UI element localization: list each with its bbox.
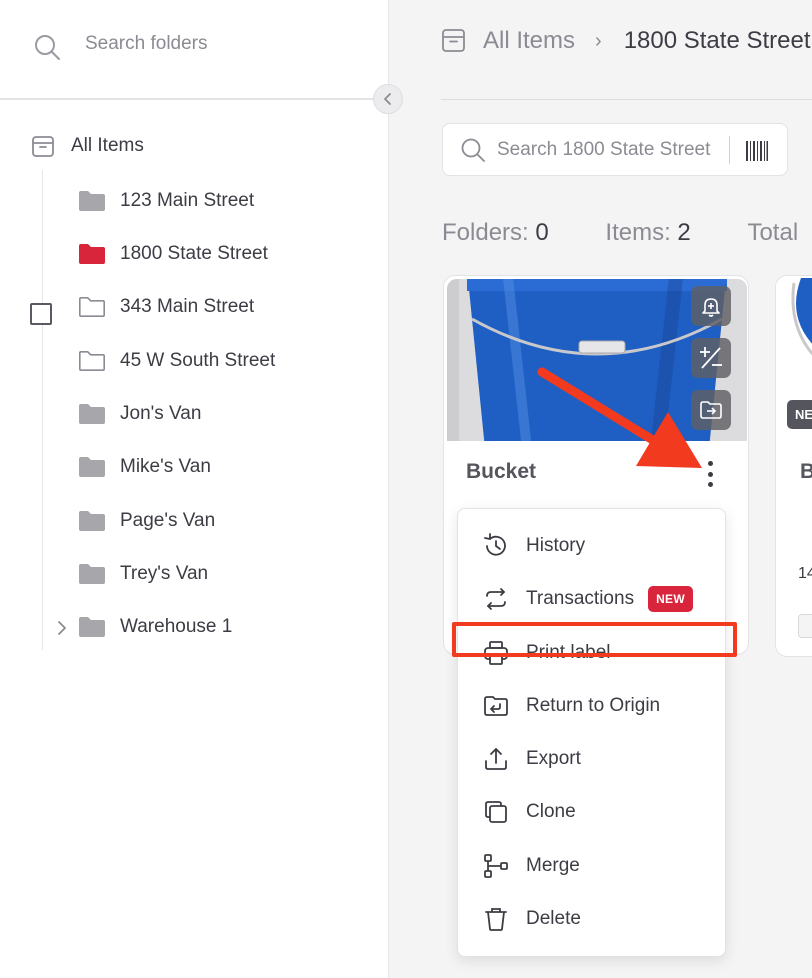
tree-root-all-items[interactable]: All Items [30,133,144,159]
clone-icon [485,801,507,823]
folder-items-search[interactable]: Search 1800 State Street [442,123,788,176]
inventory-box-icon [32,136,54,157]
tag-chip-partial [798,614,812,638]
item-name[interactable]: Bucket [466,460,536,484]
sidebar-folder-treys-van[interactable]: Trey's Van [78,559,208,589]
transactions-icon [486,588,506,610]
breadcrumb-current: 1800 State Street [623,27,811,54]
chevron-right-icon[interactable] [55,619,69,637]
menu-item-label: Merge [526,855,580,876]
item-select-checkbox[interactable] [30,303,52,325]
menu-item-delete[interactable]: Delete [482,904,581,934]
folder-icon [79,564,105,584]
sidebar-folder-1800-state-street[interactable]: 1800 State Street [78,239,268,269]
menu-item-clone[interactable]: Clone [482,797,576,827]
inventory-box-icon [442,29,465,52]
annotation-arrow [537,367,702,468]
menu-item-label: Clone [526,801,576,822]
menu-item-label: Export [526,748,581,769]
folder-name: Page's Van [120,510,216,531]
folder-name: 1800 State Street [120,243,268,264]
breadcrumb: All Items › 1800 State Street [441,27,810,55]
folder-name: 45 W South Street [120,350,276,371]
bell-plus-icon [702,298,720,317]
folders-count: Folders: 0 [442,219,549,246]
annotation-highlight-box [452,622,737,657]
menu-item-history[interactable]: History [482,531,585,561]
folder-outline-icon [79,297,105,317]
folder-icon [79,191,105,211]
return-origin-icon [484,696,508,716]
folder-name: Warehouse 1 [120,616,233,637]
search-icon [35,35,60,60]
add-alert-button[interactable] [691,286,731,326]
menu-item-export[interactable]: Export [482,744,581,774]
folder-stats: Folders: 0 Items: 2 Total [442,219,798,247]
tree-guide-line [42,170,43,650]
folder-icon [79,404,105,424]
folder-icon [79,511,105,531]
sidebar-folder-mikes-van[interactable]: Mike's Van [78,452,211,482]
folder-outline-icon [79,351,105,371]
folder-icon [79,617,105,637]
menu-item-label: Delete [526,908,581,929]
menu-item-merge[interactable]: Merge [482,851,580,881]
trash-icon [485,908,507,931]
folder-name: Mike's Van [120,456,211,477]
items-search-input[interactable]: Search 1800 State Street [497,139,710,161]
items-count: Items: 2 [605,219,691,246]
header-divider [441,99,812,100]
menu-item-label: History [526,535,586,556]
sidebar-folder-343-main-street[interactable]: 343 Main Street [78,292,254,322]
sidebar-folder-pages-van[interactable]: Page's Van [78,506,215,536]
item-context-menu [457,508,726,957]
barcode-scan-icon[interactable] [745,139,769,163]
folder-name: Trey's Van [120,563,209,584]
menu-item-transactions[interactable]: Transactions NEW [482,584,693,614]
export-icon [485,748,507,770]
item-value-partial: 14 [798,565,812,582]
tree-root-label: All Items [71,135,144,156]
folder-icon [79,244,105,264]
folder-name: 343 Main Street [120,296,255,317]
breadcrumb-separator: › [595,29,602,52]
chevron-left-icon [384,93,391,105]
folder-icon [79,457,105,477]
folder-name: 123 Main Street [120,190,255,211]
folder-name: Jon's Van [120,403,202,424]
sidebar-folder-45-w-south-street[interactable]: 45 W South Street [78,346,275,376]
sidebar-collapse-button[interactable] [373,84,403,114]
item-name-partial: B [800,460,812,483]
sidebar-folder-jons-van[interactable]: Jon's Van [78,399,201,429]
sidebar-folder-123-main-street[interactable]: 123 Main Street [78,186,254,216]
folder-search-input[interactable]: Search folders [85,33,208,55]
sidebar: Search folders All Items 123 Main Street… [0,0,389,978]
breadcrumb-root-link[interactable]: All Items [483,27,575,55]
search-divider [729,136,730,164]
new-badge-partial: NE [787,400,812,429]
new-badge: NEW [648,586,693,612]
menu-item-return-to-origin[interactable]: Return to Origin [482,691,660,721]
total-label: Total [747,219,799,246]
search-icon [461,138,485,162]
merge-icon [484,854,508,878]
menu-item-label: Transactions [526,588,635,609]
menu-item-label: Return to Origin [526,695,661,716]
sidebar-folder-warehouse-1[interactable]: Warehouse 1 [78,612,232,642]
folder-search-bar[interactable]: Search folders [0,0,389,100]
history-icon [484,533,506,556]
